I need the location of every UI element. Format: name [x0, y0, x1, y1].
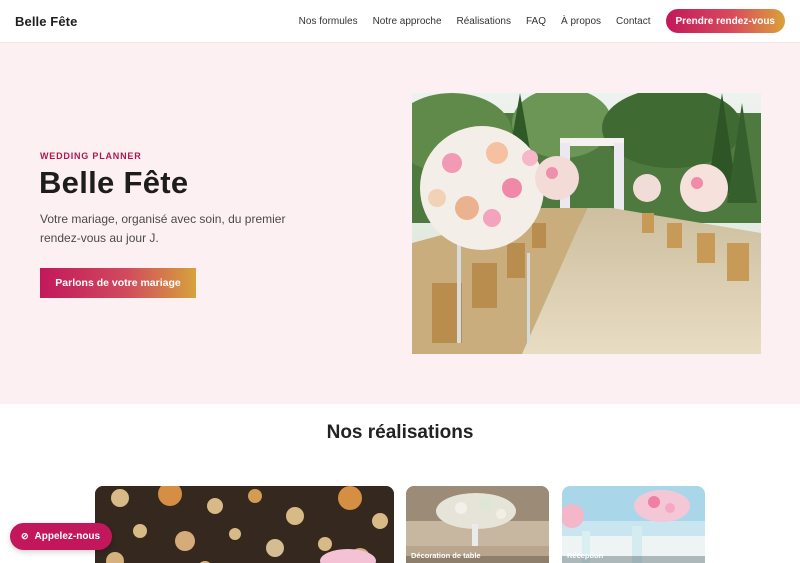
card-label-reception: Réception: [567, 551, 604, 560]
realisation-card-lights[interactable]: [95, 486, 394, 563]
nav-link-formules[interactable]: Nos formules: [299, 16, 358, 27]
nav-link-contact[interactable]: Contact: [616, 16, 650, 27]
phone-off-icon: ⊘: [21, 531, 29, 541]
hero-photo-ceremony: [412, 93, 761, 354]
section-title-realisations: Nos réalisations: [326, 422, 474, 443]
main-nav: Nos formules Notre approche Réalisations…: [299, 16, 651, 27]
realisation-card-table-decoration[interactable]: Décoration de table: [406, 486, 549, 563]
realisation-card-reception[interactable]: Réception: [562, 486, 705, 563]
nav-link-faq[interactable]: FAQ: [526, 16, 546, 27]
contact-wedding-button[interactable]: Parlons de votre mariage: [40, 268, 196, 298]
hero-eyebrow: WEDDING PLANNER: [40, 151, 142, 161]
nav-link-realisations[interactable]: Réalisations: [457, 16, 511, 27]
site-header: Belle Fête Nos formules Notre approche R…: [0, 0, 800, 43]
hero-title: Belle Fête: [39, 165, 189, 200]
brand-logo[interactable]: Belle Fête: [15, 14, 77, 29]
hero-description: Votre mariage, organisé avec soin, du pr…: [40, 212, 286, 245]
call-us-floating-button[interactable]: ⊘ Appelez-nous: [10, 523, 113, 550]
nav-link-approche[interactable]: Notre approche: [373, 16, 442, 27]
hero-section: WEDDING PLANNER Belle Fête Votre mariage…: [0, 43, 800, 404]
card-label-table-decoration: Décoration de table: [411, 551, 481, 560]
call-us-label: Appelez-nous: [34, 531, 101, 542]
nav-link-a-propos[interactable]: À propos: [561, 16, 601, 27]
book-appointment-button[interactable]: Prendre rendez-vous: [665, 9, 785, 33]
